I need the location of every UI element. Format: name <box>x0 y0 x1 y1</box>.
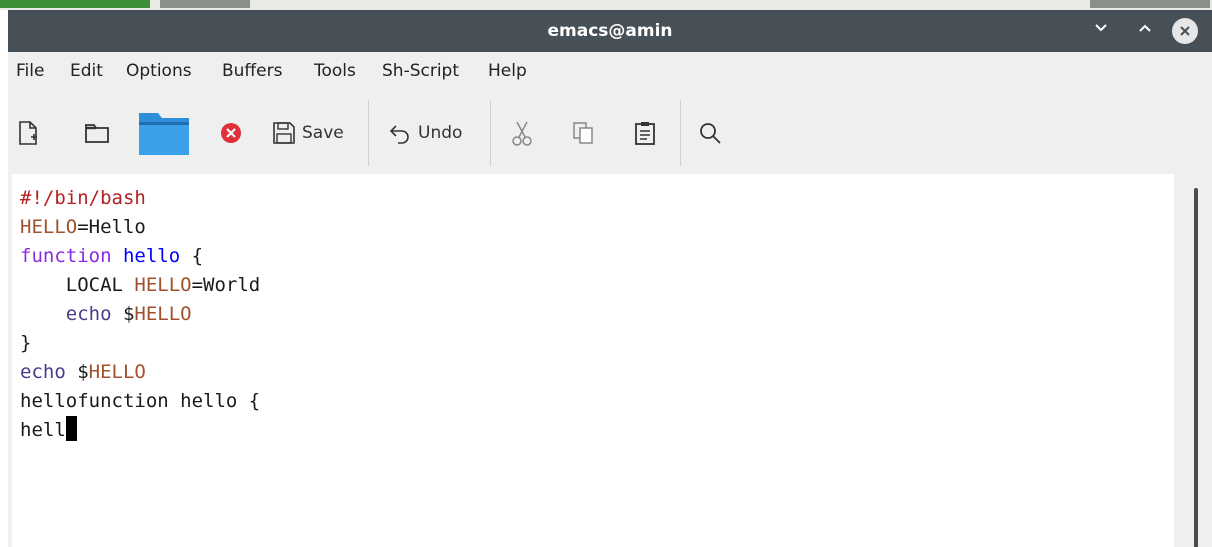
code-line: function hello { <box>20 242 203 271</box>
text-cursor <box>65 416 77 441</box>
menu-edit[interactable]: Edit <box>70 52 103 90</box>
code-line: LOCAL HELLO=World <box>20 271 260 300</box>
code-token: =World <box>191 274 261 296</box>
open-file-button[interactable] <box>138 112 190 155</box>
code-line: HELLO=Hello <box>20 213 146 242</box>
minimize-button[interactable] <box>1088 18 1114 44</box>
save-icon <box>273 122 295 144</box>
code-token: HELLO <box>88 361 146 383</box>
undo-icon <box>389 125 409 144</box>
close-buffer-button[interactable] <box>220 112 242 154</box>
close-icon <box>1180 26 1190 36</box>
code-token: LOCAL <box>20 274 135 296</box>
tool-bar: Save Undo <box>8 90 1212 178</box>
save-label: Save <box>302 123 344 143</box>
scrollbar-thumb[interactable] <box>1194 188 1198 547</box>
save-button[interactable]: Save <box>272 112 344 154</box>
close-window-button[interactable] <box>1172 18 1198 44</box>
code-token: =Hello <box>77 216 146 238</box>
code-token: echo <box>65 303 112 325</box>
undo-button[interactable]: Undo <box>388 112 462 154</box>
code-token: hell <box>20 419 66 441</box>
toolbar-separator <box>368 100 369 166</box>
code-line: hellofunction hello { <box>20 387 260 416</box>
new-file-icon <box>19 121 37 145</box>
code-token: hello <box>122 245 181 267</box>
menu-tools[interactable]: Tools <box>314 52 356 90</box>
code-token: HELLO <box>20 216 78 238</box>
code-token: HELLO <box>134 303 192 325</box>
code-token: hellofunction hello { <box>20 390 261 412</box>
code-line: } <box>20 329 31 358</box>
code-token: } <box>20 332 32 354</box>
undo-label: Undo <box>418 123 463 143</box>
copy-icon <box>573 122 593 144</box>
chevron-up-icon <box>1139 24 1151 32</box>
copy-button[interactable] <box>572 112 594 154</box>
menu-buffers[interactable]: Buffers <box>222 52 282 90</box>
menu-help[interactable]: Help <box>488 52 527 90</box>
toolbar-separator <box>490 100 491 166</box>
title-bar[interactable]: emacs@amin <box>8 10 1212 52</box>
code-token: $ <box>111 303 135 325</box>
code-token: function <box>20 245 112 267</box>
code-token: HELLO <box>134 274 192 296</box>
cut-button[interactable] <box>510 112 534 154</box>
search-icon <box>700 123 721 144</box>
code-line: #!/bin/bash <box>20 184 146 213</box>
new-file-button[interactable] <box>16 112 40 154</box>
open-folder-icon <box>85 124 109 143</box>
open-directory-button[interactable] <box>84 112 110 154</box>
code-token: $ <box>65 361 89 383</box>
cut-icon <box>512 121 532 146</box>
file-manager-folder-icon <box>139 113 189 155</box>
search-button[interactable] <box>698 112 722 154</box>
code-line: hell <box>20 416 77 445</box>
emacs-window: emacs@amin File Edit Options Buffers Too… <box>8 10 1212 547</box>
desktop-background-strip <box>0 0 1212 10</box>
menu-file[interactable]: File <box>16 52 44 90</box>
code-token: { <box>180 245 204 267</box>
toolbar-separator <box>680 100 681 166</box>
code-line: echo $HELLO <box>20 300 192 329</box>
paste-icon <box>635 122 655 145</box>
menu-options[interactable]: Options <box>126 52 192 90</box>
chevron-down-icon <box>1095 24 1107 32</box>
maximize-button[interactable] <box>1132 18 1158 44</box>
editor-buffer[interactable]: #!/bin/bash HELLO=Hello function hello { L… <box>12 174 1174 547</box>
paste-button[interactable] <box>634 112 656 154</box>
menu-sh-script[interactable]: Sh-Script <box>382 52 459 90</box>
code-token: #!/bin/bash <box>20 187 146 209</box>
code-line: echo $HELLO <box>20 358 146 387</box>
window-title: emacs@amin <box>547 21 673 41</box>
code-token: echo <box>20 361 66 383</box>
menu-bar: File Edit Options Buffers Tools Sh-Scrip… <box>8 52 1212 90</box>
close-buffer-icon <box>221 123 241 143</box>
